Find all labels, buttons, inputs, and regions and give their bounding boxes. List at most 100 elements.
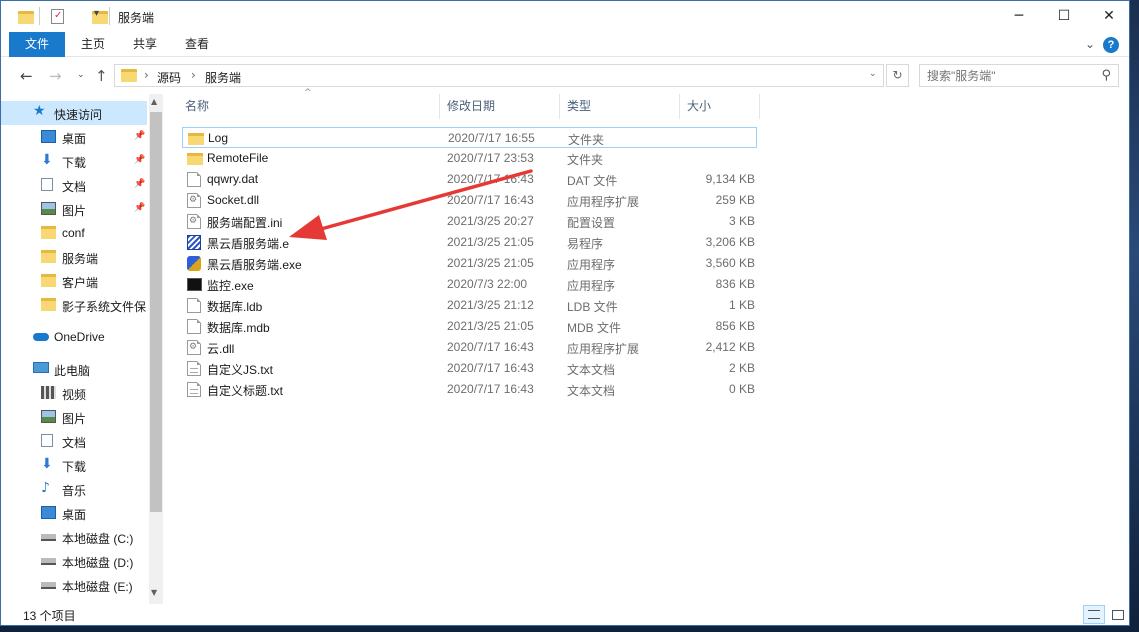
close-button[interactable]: ✕ [1086, 1, 1129, 31]
scroll-down-icon[interactable]: ▼ [151, 588, 157, 597]
column-header-name[interactable]: 名称 [178, 94, 440, 119]
file-row[interactable]: 数据库.ldb 2021/3/25 21:12 LDB 文件 1 KB [182, 295, 757, 316]
sidebar-item[interactable]: ⬇ 下载 📌 [1, 149, 147, 173]
pin-icon[interactable]: 📌 [134, 130, 145, 141]
folder-icon [41, 298, 56, 311]
sidebar-item-label: 影子系统文件保 [62, 300, 147, 314]
file-row[interactable]: 黑云盾服务端.exe 2021/3/25 21:05 应用程序 3,560 KB [182, 253, 757, 274]
customize-toolbar-icon[interactable]: ▾ [94, 8, 99, 26]
up-arrow-icon[interactable]: ↑ [95, 67, 108, 85]
search-icon[interactable]: ⚲ [1101, 68, 1111, 83]
tab-view[interactable]: 查看 [177, 32, 217, 57]
file-type: 文件夹 [568, 133, 605, 147]
file-row[interactable]: ⚙ Socket.dll 2020/7/17 16:43 应用程序扩展 259 KB [182, 190, 757, 211]
desktop-icon [41, 130, 56, 143]
address-bar[interactable]: › 源码 › 服务端 ⌄ [114, 64, 884, 87]
file-row[interactable]: ⚙ 云.dll 2020/7/17 16:43 应用程序扩展 2,412 KB [182, 337, 757, 358]
scrollbar-thumb[interactable] [150, 112, 162, 512]
file-row[interactable]: Log 2020/7/17 16:55 文件夹 [182, 127, 757, 148]
sidebar-item[interactable]: ⬇ 下载 [1, 453, 147, 477]
pin-icon[interactable]: 📌 [134, 154, 145, 165]
divider [39, 7, 40, 25]
maximize-button[interactable]: ☐ [1041, 1, 1087, 31]
pin-icon[interactable]: 📌 [134, 202, 145, 213]
file-type: 应用程序 [567, 279, 616, 293]
breadcrumb-separator-icon[interactable]: › [144, 68, 149, 82]
file-size: 2 KB [728, 361, 755, 375]
recent-locations-icon[interactable]: ⌄ [77, 70, 85, 80]
status-bar: 13 个项目 [1, 604, 1129, 625]
sidebar-item[interactable]: 本地磁盘 (D:) [1, 549, 147, 573]
sidebar-item-label: 下载 [62, 460, 87, 474]
sidebar-item[interactable]: 客户端 [1, 269, 147, 293]
sidebar-item-quick-access[interactable]: ★ 快速访问 [1, 101, 147, 125]
text-file-icon [187, 361, 201, 376]
file-row[interactable]: RemoteFile 2020/7/17 23:53 文件夹 [182, 148, 757, 169]
file-row[interactable]: 黑云盾服务端.e 2021/3/25 21:05 易程序 3,206 KB [182, 232, 757, 253]
app-icon [187, 256, 201, 271]
sidebar-item[interactable]: 视频 [1, 381, 147, 405]
forward-arrow-icon[interactable]: → [49, 67, 62, 85]
column-header-size[interactable]: 大小 [680, 94, 760, 119]
sidebar-item-onedrive[interactable]: OneDrive [1, 325, 147, 349]
expand-ribbon-icon[interactable]: ⌄ [1085, 37, 1095, 51]
refresh-button[interactable]: ↻ [886, 64, 909, 87]
column-header-date[interactable]: 修改日期 [440, 94, 560, 119]
sidebar-item[interactable]: 本地磁盘 (E:) [1, 573, 147, 597]
sidebar-item[interactable]: 服务端 [1, 245, 147, 269]
file-type: 文件夹 [567, 153, 604, 167]
file-size: 3,560 KB [705, 256, 755, 270]
file-row[interactable]: 数据库.mdb 2021/3/25 21:05 MDB 文件 856 KB [182, 316, 757, 337]
sidebar-item[interactable]: 本地磁盘 (C:) [1, 525, 147, 549]
file-row[interactable]: ⚙ 服务端配置.ini 2021/3/25 20:27 配置设置 3 KB [182, 211, 757, 232]
file-row[interactable]: qqwry.dat 2020/7/17 16:43 DAT 文件 9,134 KB [182, 169, 757, 190]
search-input[interactable] [927, 66, 1097, 86]
minimize-button[interactable]: ─ [996, 1, 1042, 31]
sidebar-item[interactable]: 图片 📌 [1, 197, 147, 221]
sidebar-item[interactable]: 图片 [1, 405, 147, 429]
picture-icon [41, 202, 56, 215]
file-date: 2020/7/17 16:43 [447, 340, 534, 354]
sidebar-item[interactable]: conf [1, 221, 147, 245]
sidebar-item[interactable]: 影子系统文件保 [1, 293, 147, 317]
file-row[interactable]: 自定义JS.txt 2020/7/17 16:43 文本文档 2 KB [182, 358, 757, 379]
tab-share[interactable]: 共享 [125, 32, 165, 57]
breadcrumb-item[interactable]: 服务端 [205, 69, 241, 86]
picture-icon [41, 410, 56, 423]
large-icons-view-button[interactable] [1107, 605, 1129, 624]
sidebar-item[interactable]: 桌面 [1, 501, 147, 525]
file-type: DAT 文件 [567, 174, 618, 188]
file-name: 黑云盾服务端.e [207, 237, 290, 251]
sidebar-item[interactable]: 文档 📌 [1, 173, 147, 197]
file-date: 2020/7/17 16:43 [447, 361, 534, 375]
sidebar-item[interactable]: 文档 [1, 429, 147, 453]
e-program-icon [187, 235, 201, 250]
divider [109, 7, 110, 25]
column-header-type[interactable]: 类型 [560, 94, 680, 119]
document-icon [41, 434, 53, 447]
tab-file[interactable]: 文件 [9, 32, 65, 57]
file-type: LDB 文件 [567, 300, 618, 314]
sidebar-item-label: 本地磁盘 (C:) [62, 532, 134, 546]
sidebar-item-this-pc[interactable]: 此电脑 [1, 357, 147, 381]
help-button[interactable]: ? [1103, 37, 1119, 53]
sidebar-item[interactable]: ♪ 音乐 [1, 477, 147, 501]
pin-icon[interactable]: 📌 [134, 178, 145, 189]
search-box[interactable]: ⚲ [919, 64, 1119, 87]
file-row[interactable]: 监控.exe 2020/7/3 22:00 应用程序 836 KB [182, 274, 757, 295]
sidebar-item[interactable]: 桌面 📌 [1, 125, 147, 149]
dll-icon: ⚙ [187, 340, 201, 355]
back-arrow-icon[interactable]: ← [20, 67, 33, 85]
details-view-button[interactable] [1083, 605, 1105, 624]
navigation-scrollbar[interactable]: ▲ ▼ [149, 94, 163, 604]
file-icon [187, 298, 201, 313]
tab-home[interactable]: 主页 [73, 32, 113, 57]
address-history-icon[interactable]: ⌄ [869, 69, 877, 79]
file-row[interactable]: 自定义标题.txt 2020/7/17 16:43 文本文档 0 KB [182, 379, 757, 400]
scroll-up-icon[interactable]: ▲ [151, 97, 157, 106]
breadcrumb-item[interactable]: 源码 [157, 69, 181, 86]
properties-icon[interactable]: ✓ [51, 9, 64, 24]
file-size: 836 KB [715, 277, 755, 291]
file-date: 2021/3/25 21:05 [447, 235, 534, 249]
breadcrumb-separator-icon[interactable]: › [191, 68, 196, 82]
